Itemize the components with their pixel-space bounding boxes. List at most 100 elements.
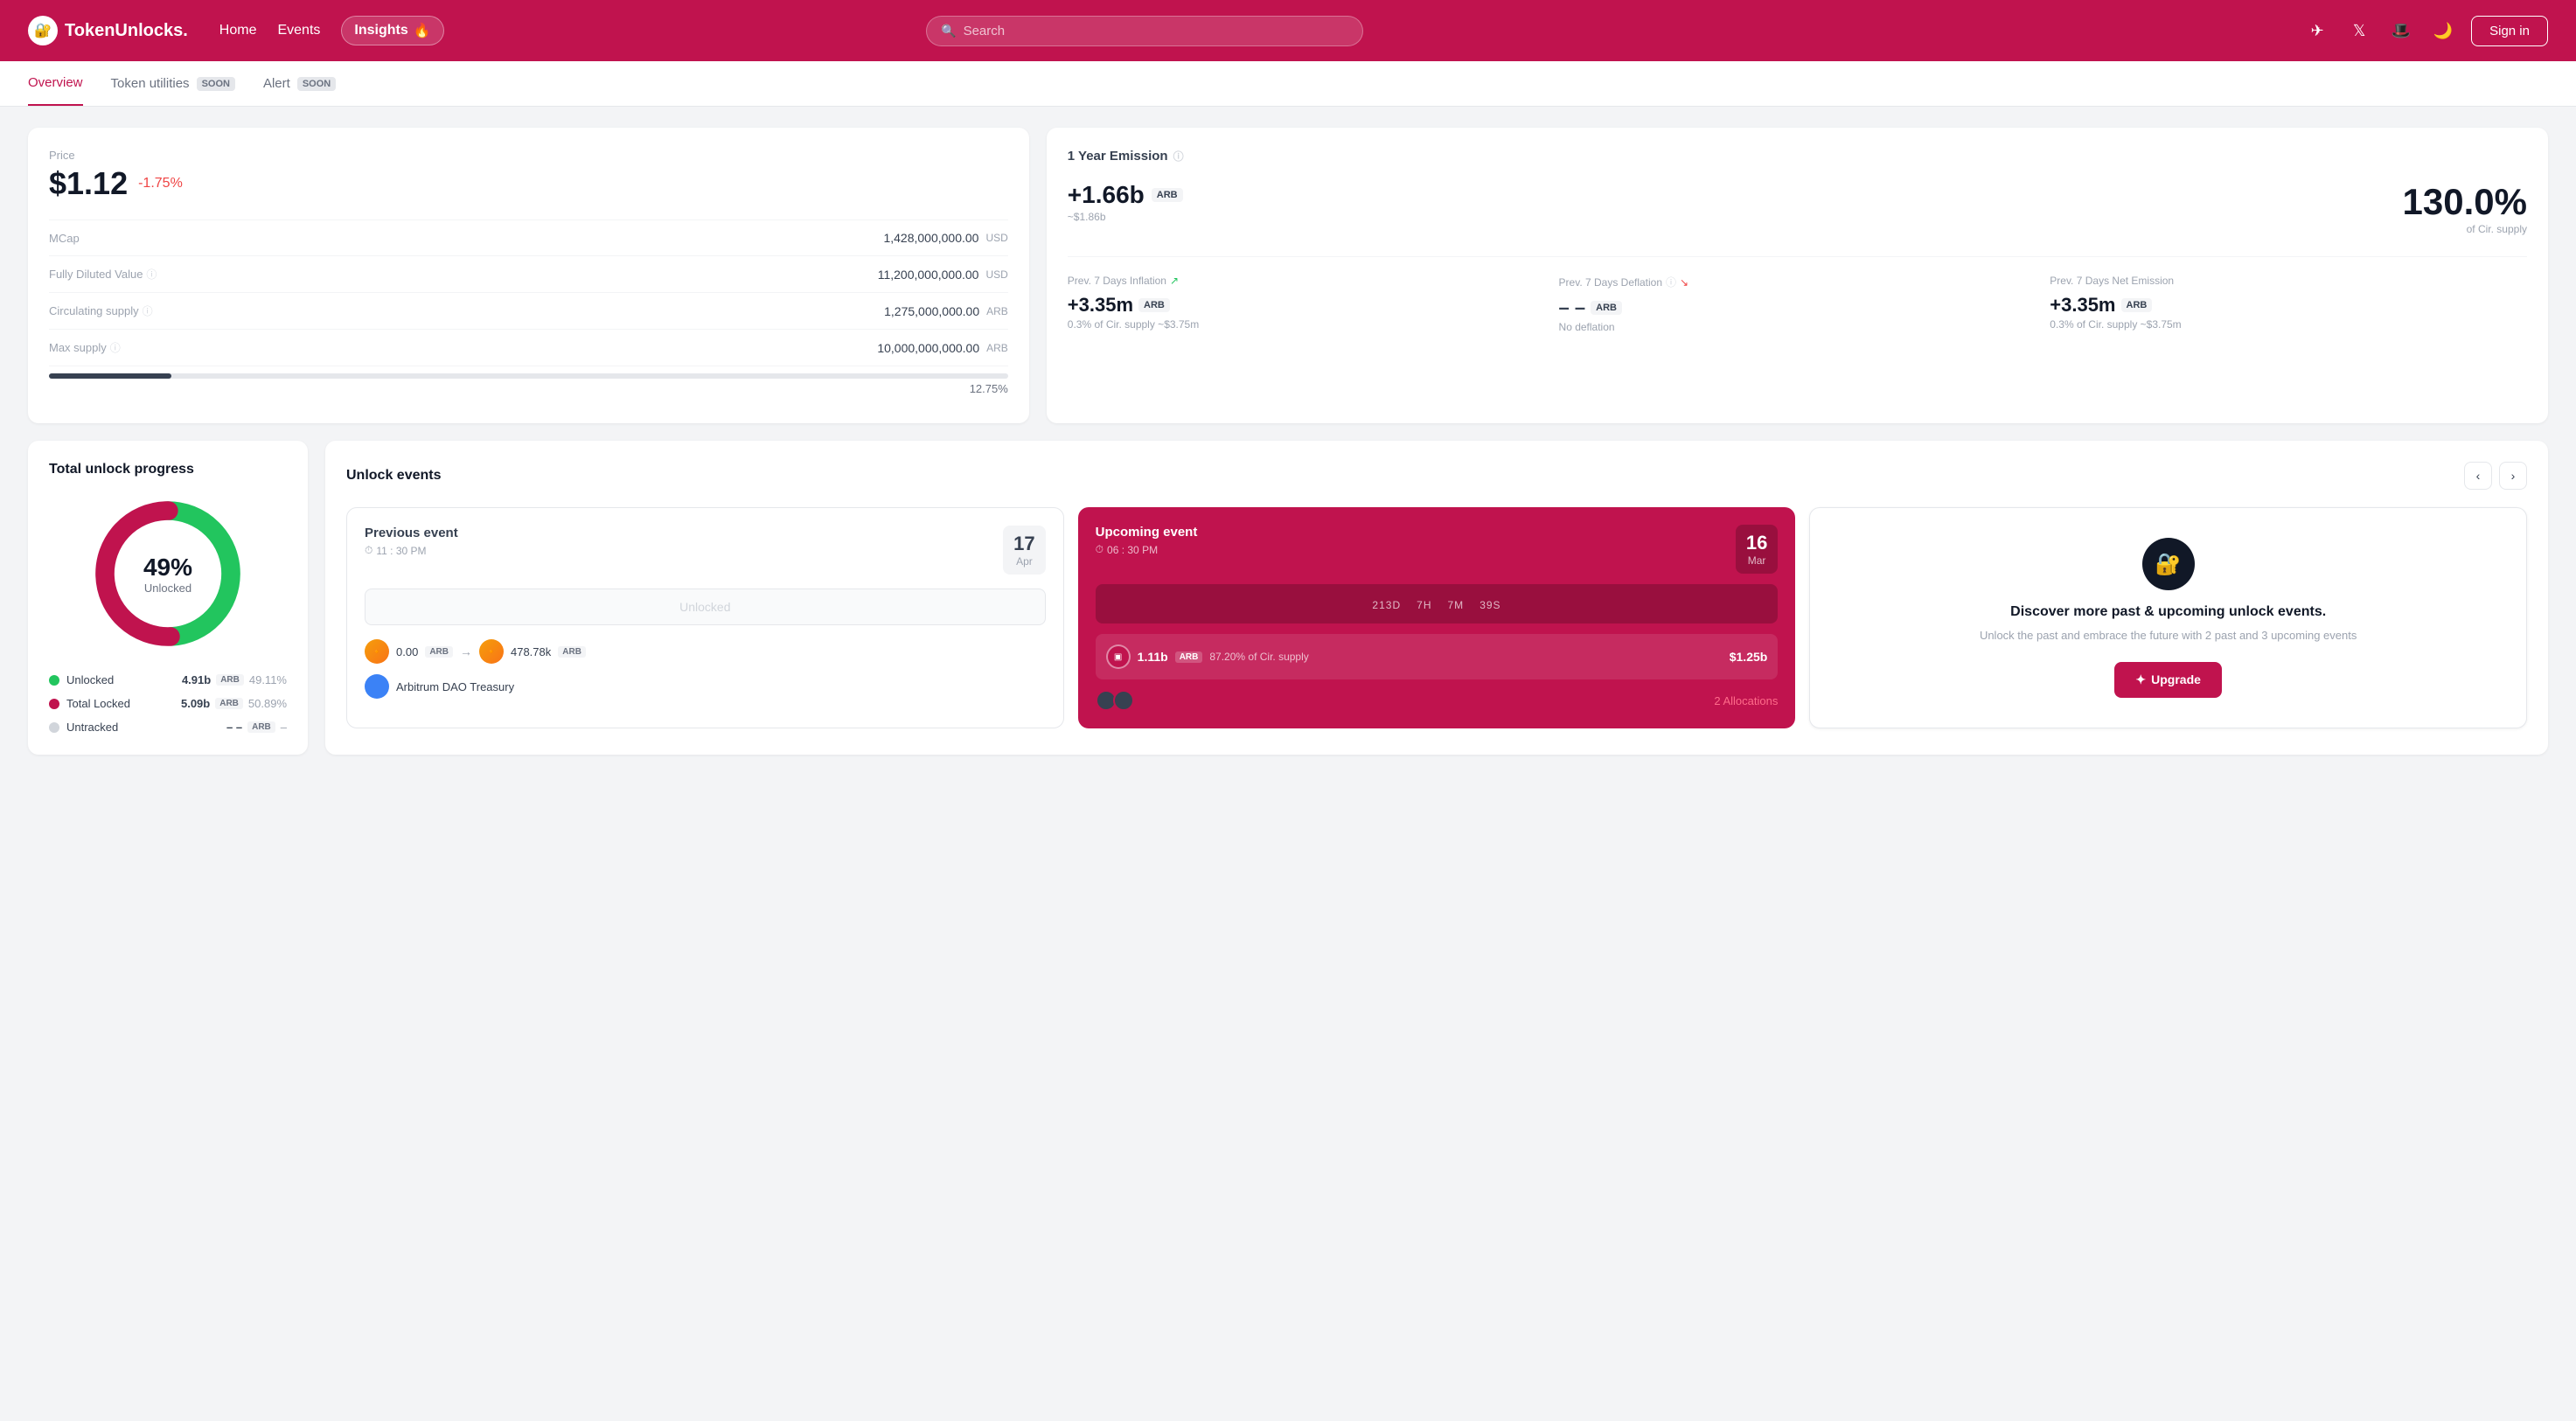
max-supply-info-icon[interactable]: ⓘ — [110, 340, 121, 355]
logo-text: TokenUnlocks. — [65, 21, 188, 41]
nav-home[interactable]: Home — [219, 23, 257, 38]
fdv-info-icon[interactable]: ⓘ — [146, 267, 157, 282]
search-icon: 🔍 — [941, 24, 956, 38]
upcoming-date-month: Mar — [1746, 554, 1767, 567]
max-supply-value: 10,000,000,000.00 — [877, 341, 979, 355]
discover-title: Discover more past & upcoming unlock eve… — [2010, 604, 2326, 620]
inflation-sub: 0.3% of Cir. supply ~$3.75m — [1068, 318, 1545, 331]
circ-supply-info-icon[interactable]: ⓘ — [143, 303, 153, 318]
tab-token-utilities[interactable]: Token utilities SOON — [111, 61, 235, 106]
emission-metrics: Prev. 7 Days Inflation ↗ +3.35m ARB 0.3%… — [1068, 256, 2527, 333]
next-arrow-button[interactable]: › — [2499, 462, 2527, 490]
unlock-events-card: Unlock events ‹ › Previous event ⏱ 11 : … — [325, 441, 2548, 755]
mcap-value: 1,428,000,000.00 — [883, 231, 978, 245]
prev-date-month: Apr — [1013, 555, 1034, 568]
mcap-label: MCap — [49, 232, 80, 245]
upgrade-icon: ✦ — [2135, 672, 2146, 687]
price-change: -1.75% — [138, 176, 183, 192]
donut-container: 49% Unlocked — [49, 495, 287, 652]
deflation-sub: No deflation — [1559, 321, 2036, 333]
nav-right: ✈ 𝕏 🎩 🌙 Sign in — [2303, 16, 2548, 46]
locked-dot — [49, 699, 59, 709]
nav-events[interactable]: Events — [277, 23, 320, 38]
locked-name: Total Locked — [66, 697, 130, 710]
upcoming-arb-badge: ARB — [1175, 651, 1203, 663]
dao-name: Arbitrum DAO Treasury — [396, 680, 514, 693]
twitter-icon[interactable]: 𝕏 — [2345, 17, 2373, 45]
emission-card: 1 Year Emission ⓘ +1.66b ARB ~$1.86b 130… — [1047, 128, 2548, 423]
events-grid: Previous event ⏱ 11 : 30 PM 17 Apr Unloc… — [346, 507, 2527, 728]
from-token-icon: 🔸 — [365, 639, 389, 664]
price-value: $1.12 -1.75% — [49, 165, 1008, 202]
upcoming-token-icon: ▣ — [1106, 644, 1131, 669]
prev-event-time: ⏱ 11 : 30 PM — [365, 544, 458, 557]
emission-info-icon[interactable]: ⓘ — [1173, 149, 1184, 164]
deflation-value: – – — [1559, 296, 1586, 319]
upcoming-token-row: ▣ 1.11b ARB 87.20% of Cir. supply $1.25b — [1096, 634, 1779, 679]
dao-icon — [365, 674, 389, 699]
upcoming-event-date: 16 Mar — [1736, 525, 1778, 574]
transfer-arrow-icon: → — [460, 644, 472, 658]
search-input[interactable] — [964, 24, 1349, 38]
theme-toggle-icon[interactable]: 🌙 — [2429, 17, 2457, 45]
unlock-progress-card: Total unlock progress 49% Unlocked — [28, 441, 308, 755]
allocations-link[interactable]: 2 Allocations — [1714, 694, 1778, 707]
unlocked-name: Unlocked — [66, 673, 114, 686]
hat-icon[interactable]: 🎩 — [2387, 17, 2415, 45]
prev-event-label: Previous event — [365, 526, 458, 540]
donut-label: Unlocked — [143, 582, 192, 595]
discover-card: 🔐 Discover more past & upcoming unlock e… — [1809, 507, 2527, 728]
circ-supply-value: 1,275,000,000.00 — [884, 304, 979, 318]
fdv-value: 11,200,000,000.00 — [878, 268, 979, 282]
legend-items: Unlocked 4.91b ARB 49.11% Total Locked 5… — [49, 673, 287, 734]
upcoming-event: Upcoming event ⏱ 06 : 30 PM 16 Mar 21 — [1078, 507, 1796, 728]
soon-badge-alert: SOON — [297, 77, 336, 91]
stat-fdv: Fully Diluted Value ⓘ 11,200,000,000.00 … — [49, 256, 1008, 293]
unlocked-token: ARB — [216, 674, 244, 686]
upcoming-amount: 1.11b — [1138, 650, 1168, 664]
prev-arrow-button[interactable]: ‹ — [2464, 462, 2492, 490]
legend-untracked: Untracked – – ARB – — [49, 721, 287, 734]
from-amount: 0.00 — [396, 645, 418, 658]
tab-overview[interactable]: Overview — [28, 61, 83, 106]
discover-sub: Unlock the past and embrace the future w… — [1980, 627, 2357, 644]
allocation-icons — [1096, 690, 1134, 711]
fdv-label: Fully Diluted Value ⓘ — [49, 267, 157, 282]
emission-sub: ~$1.86b — [1068, 211, 1183, 223]
untracked-amount: – – — [226, 721, 242, 734]
upcoming-event-time: ⏱ 06 : 30 PM — [1096, 543, 1198, 556]
upcoming-usd: $1.25b — [1730, 650, 1768, 664]
tab-alert[interactable]: Alert SOON — [263, 61, 336, 106]
allocations-row: 2 Allocations — [1096, 690, 1779, 711]
events-title: Unlock events — [346, 468, 441, 484]
emission-title: 1 Year Emission ⓘ — [1068, 149, 2527, 164]
supply-progress: 12.75% — [49, 366, 1008, 402]
telegram-icon[interactable]: ✈ — [2303, 17, 2331, 45]
from-token-badge: ARB — [425, 646, 453, 658]
upgrade-button[interactable]: ✦ Upgrade — [2114, 662, 2222, 698]
prev-event-date: 17 Apr — [1003, 526, 1045, 575]
metric-deflation: Prev. 7 Days Deflation ⓘ ↘ – – ARB No de… — [1559, 275, 2036, 333]
nav-links: Home Events Insights 🔥 — [219, 16, 444, 45]
discover-lock-icon: 🔐 — [2142, 538, 2195, 590]
emission-top: +1.66b ARB ~$1.86b 130.0% of Cir. supply — [1068, 181, 2527, 235]
upcoming-pct: 87.20% of Cir. supply — [1209, 651, 1308, 663]
inflation-arb: ARB — [1138, 298, 1170, 312]
countdown: 213D 7H 7M 39S — [1096, 584, 1779, 623]
circ-supply-unit: ARB — [986, 305, 1008, 317]
logo[interactable]: 🔐 TokenUnlocks. — [28, 16, 188, 45]
deflation-arb: ARB — [1591, 301, 1622, 315]
deflation-info-icon[interactable]: ⓘ — [1666, 275, 1676, 289]
legend-locked: Total Locked 5.09b ARB 50.89% — [49, 697, 287, 710]
to-token-badge: ARB — [558, 646, 586, 658]
search-bar[interactable]: 🔍 — [926, 16, 1363, 46]
donut-wrapper: 49% Unlocked — [89, 495, 247, 652]
unlocked-amount: 4.91b — [182, 673, 211, 686]
inflation-arrow-icon: ↗ — [1170, 275, 1179, 287]
to-token-icon: 🔸 — [479, 639, 504, 664]
emission-arb-badge: ARB — [1152, 188, 1183, 202]
alloc-icon-2 — [1113, 690, 1134, 711]
nav-insights[interactable]: Insights 🔥 — [341, 16, 443, 45]
sign-in-button[interactable]: Sign in — [2471, 16, 2548, 46]
top-row: Price $1.12 -1.75% MCap 1,428,000,000.00… — [28, 128, 2548, 423]
